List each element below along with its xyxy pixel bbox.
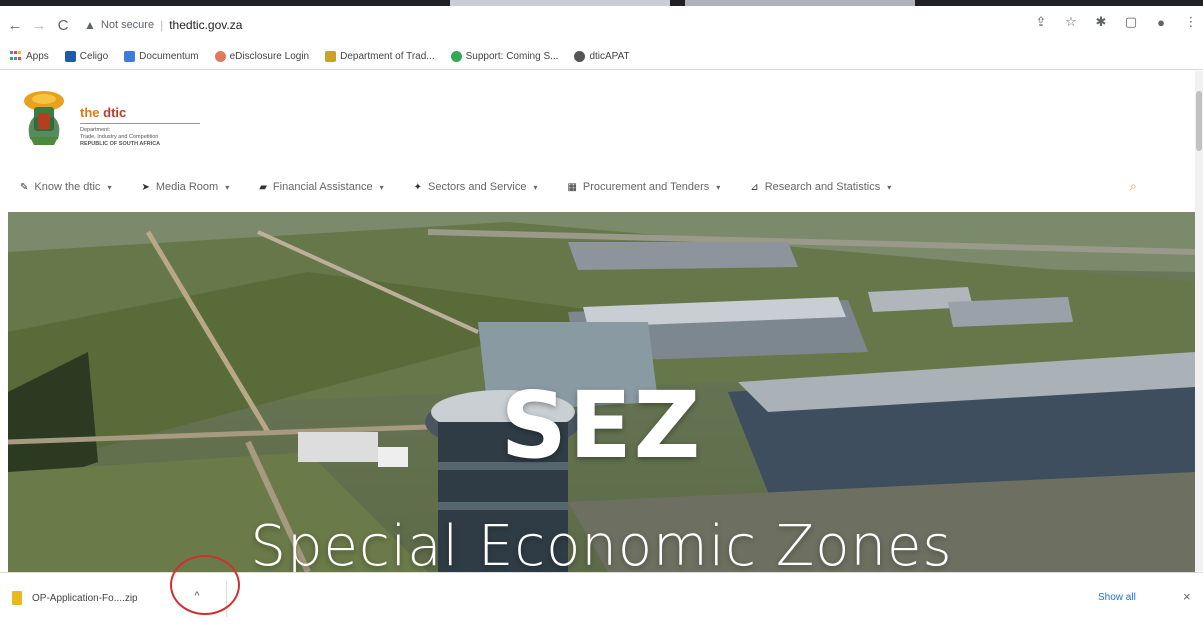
url-text[interactable]: thedtic.gov.za [169,18,242,32]
nav-label: Media Room [155,181,219,193]
dtic-icon [325,51,337,62]
bookmark-apps[interactable]: Apps [10,51,49,62]
apps-icon [10,51,22,62]
hero-title: SEZ [500,372,703,479]
nav-label: Procurement and Tenders [582,181,710,193]
bookmark-label: eDisclosure Login [229,51,310,62]
nav-research-and-statistics[interactable]: ⊿ Research and Statistics ▾ [750,181,891,193]
coat-of-arms-logo[interactable] [20,87,68,151]
star-icon[interactable]: ☆ [1063,14,1079,30]
show-all-downloads-link[interactable]: Show all [1098,592,1136,603]
bookmark-dticapat[interactable]: dticAPAT [574,51,630,62]
bookmark-label: Support: Coming S... [465,51,559,62]
nav-label: Know the dtic [34,181,101,193]
scrollbar-thumb[interactable] [1196,91,1202,151]
bookmarks-bar: Apps Celigo Documentum eDisclosure Login… [0,44,1203,70]
forward-icon[interactable]: → [28,14,50,36]
celigo-icon [64,51,76,62]
profile-icon[interactable]: ● [1153,15,1169,30]
browser-toolbar: ← → C ▲ Not secure | thedtic.gov.za ⇪ ☆ … [0,6,1203,44]
megaphone-icon: ➤ [141,181,150,193]
url-separator: | [160,18,164,32]
dropdown-icon: ▾ [225,182,230,192]
security-label[interactable]: Not secure [101,19,154,31]
bookmark-label: Documentum [139,51,199,62]
globe-icon [574,51,586,62]
site-header: the dtic Department: Trade, Industry and… [0,71,1203,211]
download-filename: OP-Application-Fo....zip [32,592,138,604]
zip-file-icon [12,591,22,605]
brand-name-strong: dtic [103,105,127,120]
sector-icon: ✦ [413,181,422,193]
dropdown-icon: ▾ [716,182,721,192]
bookmark-label: Celigo [79,51,109,62]
nav-media-room[interactable]: ➤ Media Room ▾ [141,181,229,193]
nav-procurement-and-tenders[interactable]: ▦ Procurement and Tenders ▾ [567,181,720,193]
page-scrollbar[interactable] [1195,71,1203,571]
brand-name: the dtic [80,105,200,120]
bookmark-label: Apps [26,51,49,62]
documentum-icon [124,51,136,62]
bookmark-department-of-trade[interactable]: Department of Trad... [325,51,435,62]
bookmark-documentum[interactable]: Documentum [124,51,199,62]
dropdown-icon: ▾ [107,182,112,192]
back-icon[interactable]: ← [4,14,26,36]
close-download-shelf-icon[interactable]: × [1183,589,1191,604]
reload-icon[interactable]: C [52,14,74,36]
share-icon[interactable]: ⇪ [1033,14,1049,30]
hero-banner: SEZ Special Economic Zones [8,212,1195,572]
bookmark-celigo[interactable]: Celigo [64,51,109,62]
brand-sub-1: Department: [80,127,111,133]
nav-label: Sectors and Service [428,181,527,193]
pin-icon: ✎ [20,181,29,193]
nav-sectors-and-service[interactable]: ✦ Sectors and Service ▾ [414,181,538,193]
extensions-icon[interactable]: ✱ [1093,14,1109,30]
main-navigation: ✎ Know the dtic ▾ ➤ Media Room ▾ ▰ Finan… [0,176,1203,198]
bookmark-edisclosure[interactable]: eDisclosure Login [214,51,310,62]
edisclosure-icon [214,51,226,62]
menu-icon[interactable]: ⋮ [1183,14,1199,30]
tender-icon: ▦ [567,181,577,193]
stats-icon: ⊿ [750,181,759,193]
brand-sub-2: Trade, Industry and Competition [80,134,159,140]
bookmark-label: dticAPAT [589,51,630,62]
dropdown-icon: ▾ [379,182,384,192]
dropdown-icon: ▾ [887,182,892,192]
money-icon: ▰ [259,181,267,193]
dropdown-icon: ▾ [533,182,538,192]
download-item[interactable]: OP-Application-Fo....zip [12,591,138,605]
brand-prefix: the [80,105,104,120]
bookmark-label: Department of Trad... [340,51,435,62]
nav-label: Research and Statistics [764,181,881,193]
brand-block[interactable]: the dtic Department: Trade, Industry and… [80,105,200,148]
support-icon [450,51,462,62]
bookmark-support[interactable]: Support: Coming S... [450,51,559,62]
brand-divider [80,123,200,124]
annotation-circle [170,555,240,615]
warning-icon: ▲ [84,18,96,32]
sidepanel-icon[interactable]: ▢ [1123,14,1139,30]
nav-financial-assistance[interactable]: ▰ Financial Assistance ▾ [259,181,383,193]
nav-know-the-dtic[interactable]: ✎ Know the dtic ▾ [20,181,111,193]
search-icon[interactable]: ⌕ [1130,179,1137,194]
nav-label: Financial Assistance [272,181,373,193]
address-bar[interactable]: ▲ Not secure | thedtic.gov.za [84,12,1004,38]
brand-sub-3: REPUBLIC OF SOUTH AFRICA [80,141,161,147]
